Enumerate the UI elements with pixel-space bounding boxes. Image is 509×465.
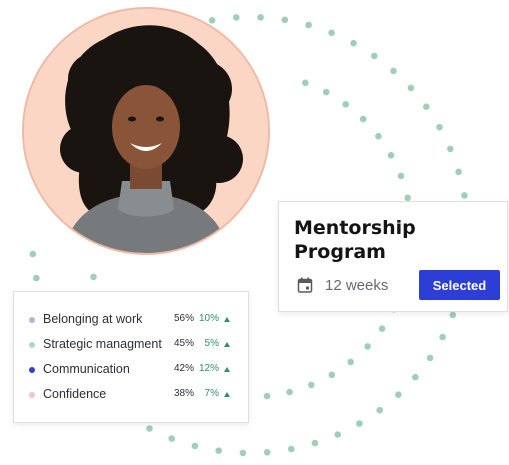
decorative-dot: [281, 16, 289, 24]
decorative-dot: [347, 358, 355, 366]
skill-dot-icon: [29, 342, 35, 348]
decorative-dot: [263, 449, 271, 456]
decorative-dot: [397, 172, 405, 180]
skill-row: Confidence 38% 7%: [14, 383, 248, 408]
decorative-dot: [302, 79, 309, 87]
decorative-dot: [239, 449, 247, 457]
skills-list: Belonging at work 56% 10% Strategic managme…: [14, 308, 248, 408]
decorative-dot: [288, 445, 295, 453]
decorative-dot: [461, 192, 468, 199]
skill-label: Communication: [43, 362, 130, 376]
decorative-dot: [146, 425, 153, 432]
decorative-dot: [423, 103, 430, 110]
decorative-dot: [33, 274, 40, 282]
skill-label: Confidence: [43, 387, 107, 401]
decorative-dot: [412, 373, 419, 381]
decorative-dot: [90, 273, 97, 281]
skill-dot-icon: [29, 317, 35, 323]
decorative-dot: [375, 132, 382, 140]
decorative-dot: [305, 21, 312, 29]
skill-dot-icon: [29, 367, 35, 373]
decorative-dot: [371, 52, 378, 60]
skill-change: 5%: [204, 338, 219, 349]
decorative-dot: [395, 391, 402, 399]
program-duration: 12 weeks: [297, 275, 388, 295]
decorative-dot: [356, 420, 363, 427]
calendar-icon: [297, 277, 313, 293]
decorative-dot: [308, 381, 315, 389]
skills-card: Belonging at work 56% 10% Strategic managme…: [13, 291, 249, 423]
skill-score: 38%: [173, 388, 194, 399]
decorative-dot: [233, 14, 240, 21]
decorative-dot: [334, 431, 342, 438]
decorative-dot: [263, 392, 271, 400]
up-arrow-icon: [224, 367, 230, 372]
decorative-dot: [378, 325, 386, 333]
decorative-dot: [208, 17, 216, 24]
decorative-dot: [311, 439, 319, 447]
decorative-dot: [342, 101, 350, 108]
decorative-dot: [323, 88, 330, 96]
decorative-dot: [29, 250, 37, 258]
decorative-dot: [455, 168, 462, 176]
decorative-dot: [215, 447, 222, 455]
up-arrow-icon: [224, 342, 230, 347]
decorative-dot: [447, 145, 454, 153]
decorative-dot: [387, 152, 395, 159]
skill-score: 56%: [173, 313, 194, 324]
skill-dot-icon: [29, 392, 35, 398]
decorative-dot: [328, 29, 335, 37]
up-arrow-icon: [224, 392, 230, 397]
skill-score: 45%: [173, 338, 194, 349]
program-title: Mentorship Program: [294, 217, 416, 263]
duration-text: 12 weeks: [325, 276, 389, 294]
decorative-dot: [390, 67, 397, 75]
skill-change: 12%: [198, 363, 219, 374]
skill-change: 7%: [204, 388, 219, 399]
skill-row: Strategic managment 45% 5%: [14, 333, 248, 358]
program-card[interactable]: Mentorship Program 12 weeks Selected: [278, 201, 508, 312]
skill-label: Belonging at work: [43, 312, 143, 326]
decorative-dot: [328, 371, 336, 379]
skill-row: Communication 42% 12%: [14, 358, 248, 383]
decorative-dot: [191, 442, 199, 450]
decorative-dot: [359, 115, 367, 123]
decorative-dot: [449, 311, 457, 319]
person-photo-icon: [24, 9, 268, 253]
skill-row: Belonging at work 56% 10%: [14, 308, 248, 333]
decorative-dot: [376, 406, 384, 414]
decorative-dot: [436, 123, 443, 131]
up-arrow-icon: [224, 317, 230, 322]
decorative-dot: [364, 343, 371, 350]
decorative-dot: [439, 333, 446, 341]
decorative-dot: [257, 13, 264, 21]
avatar: [22, 7, 270, 255]
selected-button[interactable]: Selected: [419, 270, 500, 300]
skill-label: Strategic managment: [43, 337, 162, 351]
decorative-dot: [168, 435, 175, 442]
skill-score: 42%: [173, 363, 194, 374]
skill-change: 10%: [198, 313, 219, 324]
decorative-dot: [350, 39, 357, 47]
decorative-dot: [407, 84, 415, 92]
decorative-dot: [286, 388, 293, 396]
decorative-dot: [426, 354, 434, 362]
